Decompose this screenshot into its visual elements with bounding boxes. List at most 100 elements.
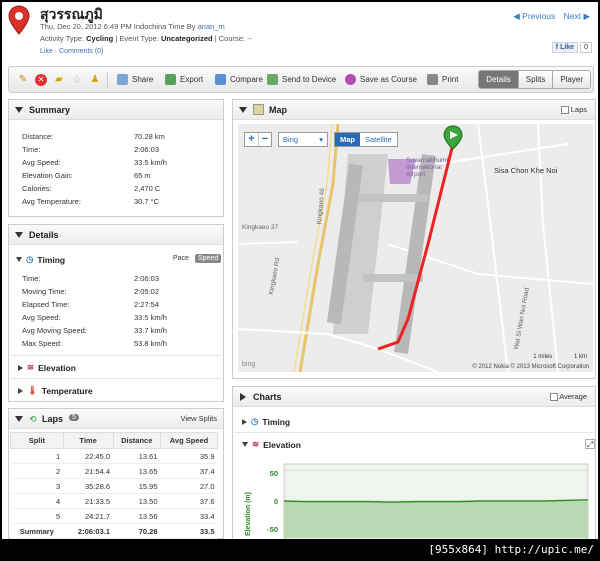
elevation-chart-toggle[interactable]: ≋ Elevation xyxy=(242,439,301,450)
timing-key: Avg Moving Speed: xyxy=(22,326,87,335)
collapse-triangle-icon xyxy=(15,416,23,422)
elevation-chart: Elevation (m) 50 0 -50 xyxy=(236,458,594,539)
timing-section-toggle[interactable]: ◷ Timing xyxy=(16,254,65,265)
temperature-section-toggle[interactable]: 🌡 Temperature xyxy=(18,385,93,396)
event-type-value[interactable]: Uncategorized xyxy=(161,34,213,43)
temperature-title: Temperature xyxy=(41,385,93,396)
elevation-section-toggle[interactable]: ≋ Elevation xyxy=(18,362,76,373)
column-header[interactable]: Avg Speed xyxy=(160,432,218,449)
zoom-out-button[interactable]: − xyxy=(258,133,271,146)
activity-type-line: Activity Type: Cycling | Event Type: Unc… xyxy=(40,34,252,43)
map-header[interactable]: Map Laps xyxy=(233,100,595,120)
laps-table: Split Time Distance Avg Speed 1 22:45.0 13… xyxy=(10,432,218,539)
timing-value: 2:27:54 xyxy=(134,300,160,309)
map-title: Map xyxy=(269,105,287,115)
laps-header[interactable]: ⟲ Laps 5 View Splits xyxy=(9,409,223,429)
facebook-like: f Like 0 xyxy=(551,42,592,53)
activity-type-value[interactable]: Cycling xyxy=(86,34,113,43)
course-label: | Course: xyxy=(214,34,246,43)
elevation-icon: ≋ xyxy=(252,439,260,449)
details-header[interactable]: Details xyxy=(9,225,223,245)
timing-row: Elapsed Time: 2:27:54 xyxy=(22,300,159,309)
lap-number: 3 xyxy=(10,478,64,494)
folder-icon[interactable]: ▰ xyxy=(53,74,65,86)
average-checkbox-label[interactable]: Average xyxy=(549,392,587,402)
print-button[interactable]: Print xyxy=(427,74,458,85)
timing-row: Max Speed: 53.8 km/h xyxy=(22,339,167,348)
summary-title: Summary xyxy=(29,105,71,115)
lap-time: 22:45.0 xyxy=(63,448,114,464)
summary-row: Elevation Gain: 65 m xyxy=(22,171,151,180)
average-checkbox[interactable] xyxy=(549,393,558,402)
pace-option[interactable]: Pace xyxy=(170,254,192,263)
table-row[interactable]: 2 21:54.4 13.65 37.4 xyxy=(10,463,218,479)
charts-header[interactable]: Charts Average xyxy=(233,387,595,407)
author-link[interactable]: anan_m xyxy=(198,22,225,31)
lap-number: 5 xyxy=(10,508,64,524)
course-value: -- xyxy=(247,34,253,43)
timing-title: Timing xyxy=(37,254,66,265)
save-as-course-button[interactable]: Save as Course xyxy=(345,74,417,85)
send-to-device-icon xyxy=(267,74,278,85)
table-row[interactable]: 3 35:28.6 15.95 27.0 xyxy=(10,478,218,494)
summary-avg-speed: 33.5 xyxy=(160,523,218,539)
laps-checkbox-label[interactable]: Laps xyxy=(560,105,587,115)
map-type-satellite[interactable]: Satellite xyxy=(360,133,397,146)
zoom-in-button[interactable]: + xyxy=(245,133,258,146)
export-button[interactable]: Export xyxy=(165,74,203,85)
elevation-chart-title: Elevation xyxy=(263,439,301,450)
column-header[interactable]: Split xyxy=(10,432,64,449)
compare-button[interactable]: Compare xyxy=(215,74,263,85)
timing-row: Avg Speed: 33.5 km/h xyxy=(22,313,167,322)
table-row[interactable]: 1 22:45.0 13.61 35.9 xyxy=(10,448,218,464)
share-button[interactable]: Share xyxy=(117,74,153,85)
timing-key: Moving Time: xyxy=(22,287,67,296)
map-type-map[interactable]: Map xyxy=(335,133,360,146)
activity-nav: ◀ Previous Next ▶ xyxy=(507,11,590,22)
expand-chart-icon[interactable]: ⤢ xyxy=(585,439,595,449)
timing-value: 33.7 km/h xyxy=(134,326,167,335)
tab-player[interactable]: Player xyxy=(552,71,590,88)
summary-value: 33.5 km/h xyxy=(134,158,167,167)
image-watermark-bar: [955x864] http://upic.me/ xyxy=(0,539,600,561)
timing-chart-toggle[interactable]: ◷ Timing xyxy=(242,416,290,427)
toolbar-divider xyxy=(107,72,108,88)
lap-distance: 13.65 xyxy=(113,463,161,479)
star-icon[interactable]: ☆ xyxy=(71,74,83,86)
view-splits-link[interactable]: View Splits xyxy=(180,414,217,423)
clock-icon: ◷ xyxy=(251,416,259,426)
timing-key: Time: xyxy=(22,274,41,283)
summary-key: Calories: xyxy=(22,184,52,193)
column-header[interactable]: Time xyxy=(62,432,114,449)
delete-icon[interactable]: ✕ xyxy=(35,74,47,86)
laps-checkbox[interactable] xyxy=(560,106,569,115)
lap-avg-speed: 35.9 xyxy=(160,448,218,464)
previous-link[interactable]: ◀ Previous xyxy=(513,11,555,21)
route-map[interactable]: + − Bing ▾ Map Satellite Suvarnabhumi In… xyxy=(238,124,593,372)
expand-triangle-icon xyxy=(16,257,22,262)
summary-value: 2:06:03 xyxy=(134,145,160,154)
scale-km: 1 km xyxy=(573,354,587,360)
send-to-device-button[interactable]: Send to Device xyxy=(267,74,336,85)
people-icon[interactable]: ♟ xyxy=(89,74,101,86)
lap-time: 24:21.7 xyxy=(63,508,114,524)
summary-value: 30.7 °C xyxy=(134,197,160,206)
tab-splits[interactable]: Splits xyxy=(517,71,553,88)
speed-option[interactable]: Speed xyxy=(194,254,222,263)
summary-time: 2:06:03.1 xyxy=(63,523,114,539)
table-row[interactable]: 4 21:33.5 13.50 37.6 xyxy=(10,493,218,509)
map-provider-select[interactable]: Bing ▾ xyxy=(278,132,328,147)
timing-row: Moving Time: 2:05:02 xyxy=(22,287,159,296)
column-header[interactable]: Distance xyxy=(112,432,162,449)
edit-icon[interactable]: ✎ xyxy=(17,74,29,86)
tab-details[interactable]: Details xyxy=(479,71,518,88)
collapse-triangle-icon xyxy=(15,107,23,113)
laps-icon: ⟲ xyxy=(29,414,37,424)
table-row[interactable]: 5 24:21.7 13.56 33.4 xyxy=(10,508,218,524)
summary-header[interactable]: Summary xyxy=(9,100,223,120)
like-comments-link[interactable]: Like · Comments (0) xyxy=(40,48,103,55)
share-icon xyxy=(117,74,128,85)
timing-value: 2:06:03 xyxy=(134,274,160,283)
facebook-like-button[interactable]: f Like xyxy=(551,42,579,53)
next-link[interactable]: Next ▶ xyxy=(564,11,590,21)
